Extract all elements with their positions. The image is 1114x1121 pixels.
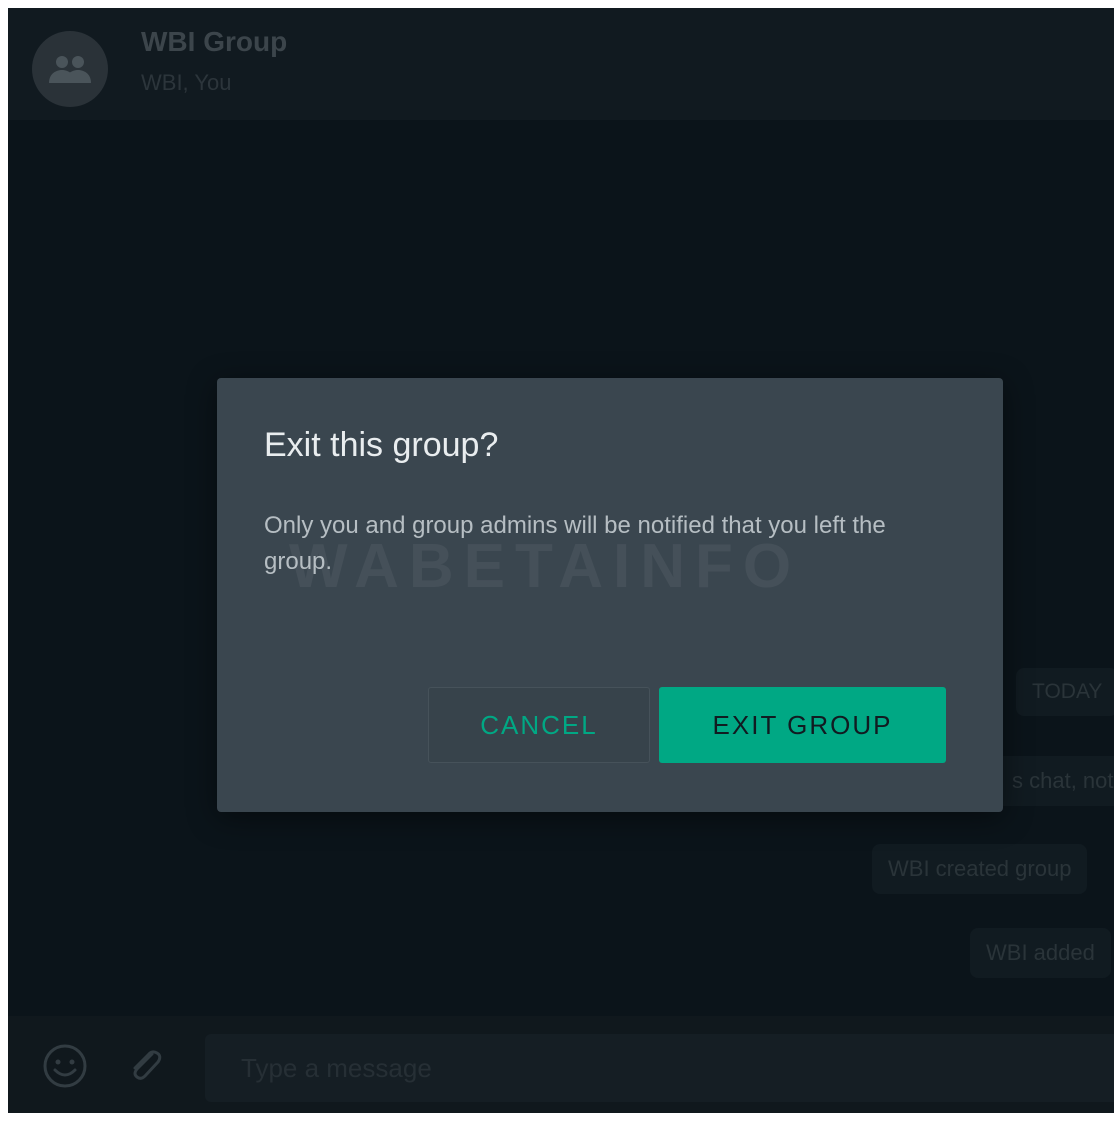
dialog-message: Only you and group admins will be notifi… [264,512,886,575]
dialog-title: Exit this group? [264,426,499,464]
chat-window: WBI Group WBI, You TODAY s chat, not WBI… [8,8,1114,1113]
exit-group-button[interactable]: EXIT GROUP [659,687,946,763]
cancel-button[interactable]: CANCEL [428,687,650,763]
exit-group-dialog: WABETAINFO Exit this group? Only you and… [217,378,1003,812]
